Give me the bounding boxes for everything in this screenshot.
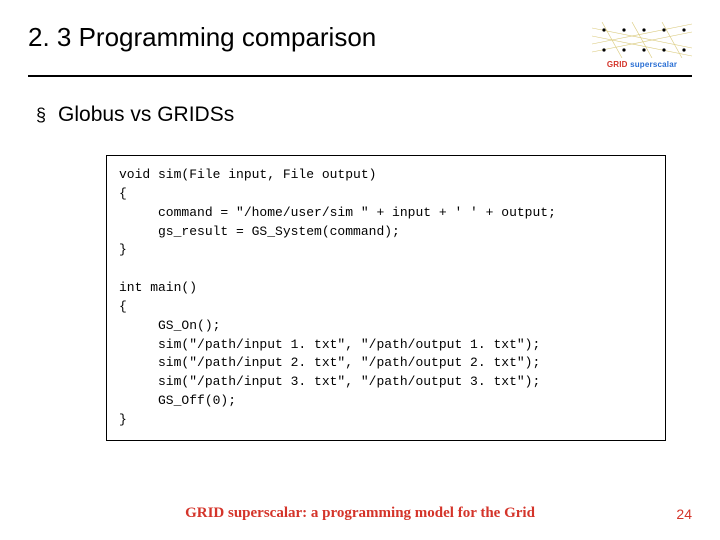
logo-text: GRID superscalar bbox=[592, 60, 692, 69]
code-line: gs_result = GS_System(command); bbox=[119, 224, 400, 239]
content-area: § Globus vs GRIDSs void sim(File input, … bbox=[28, 85, 692, 441]
bullet-item: § Globus vs GRIDSs bbox=[36, 103, 684, 127]
code-line: void sim(File input, File output) bbox=[119, 167, 376, 182]
code-line: sim("/path/input 3. txt", "/path/output … bbox=[119, 374, 540, 389]
footer-caption: GRID superscalar: a programming model fo… bbox=[185, 505, 535, 522]
brand-logo: GRID superscalar bbox=[592, 20, 692, 69]
logo-word-superscalar: superscalar bbox=[630, 60, 677, 69]
slide-title: 2. 3 Programming comparison bbox=[28, 20, 376, 53]
logo-word-grid: GRID bbox=[607, 60, 628, 69]
page-number: 24 bbox=[676, 506, 692, 522]
code-line: int main() bbox=[119, 280, 197, 295]
bullet-marker-icon: § bbox=[36, 103, 46, 127]
bullet-text: Globus vs GRIDSs bbox=[58, 103, 234, 127]
code-line: GS_Off(0); bbox=[119, 393, 236, 408]
code-line: sim("/path/input 2. txt", "/path/output … bbox=[119, 355, 540, 370]
footer: GRID superscalar: a programming model fo… bbox=[0, 505, 720, 522]
header: 2. 3 Programming comparison bbox=[28, 20, 692, 69]
code-line: sim("/path/input 1. txt", "/path/output … bbox=[119, 337, 540, 352]
code-line: command = "/home/user/sim " + input + ' … bbox=[119, 205, 556, 220]
code-line: } bbox=[119, 242, 127, 257]
code-line: } bbox=[119, 412, 127, 427]
logo-dot-grid-icon bbox=[592, 22, 692, 58]
slide: 2. 3 Programming comparison bbox=[0, 0, 720, 540]
code-line: { bbox=[119, 186, 127, 201]
code-block: void sim(File input, File output) { comm… bbox=[106, 155, 666, 441]
code-line: GS_On(); bbox=[119, 318, 220, 333]
header-divider bbox=[28, 75, 692, 77]
code-line: { bbox=[119, 299, 127, 314]
